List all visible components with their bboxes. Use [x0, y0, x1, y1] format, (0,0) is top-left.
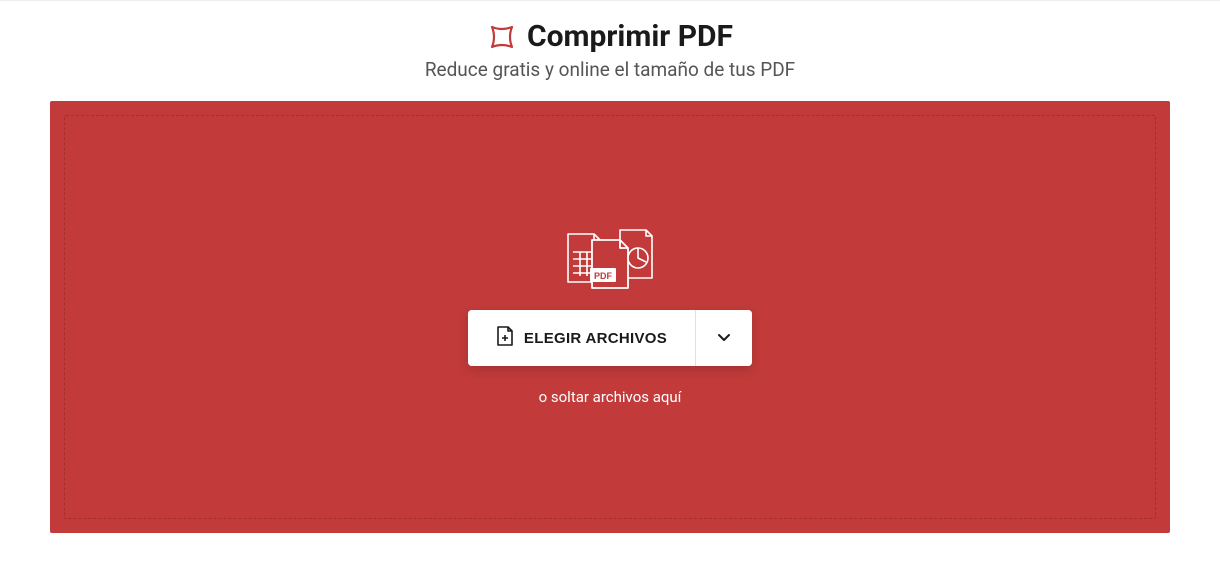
page-title: Comprimir PDF — [527, 19, 733, 54]
file-add-icon — [496, 326, 514, 350]
upload-source-dropdown-button[interactable] — [696, 310, 752, 366]
choose-files-button[interactable]: ELEGIR ARCHIVOS — [468, 310, 695, 366]
dropzone-container: PDF ELEGIR ARCHIVOS — [0, 93, 1220, 553]
chevron-down-icon — [716, 329, 732, 348]
title-row: Comprimir PDF — [0, 19, 1220, 54]
choose-files-label: ELEGIR ARCHIVOS — [524, 330, 667, 347]
pdf-badge-text: PDF — [594, 271, 613, 281]
logo-icon — [487, 22, 517, 52]
file-dropzone[interactable]: PDF ELEGIR ARCHIVOS — [50, 101, 1170, 533]
files-illustration-icon: PDF — [560, 228, 660, 294]
drop-hint-text: o soltar archivos aquí — [539, 388, 682, 406]
page-header: Comprimir PDF Reduce gratis y online el … — [0, 1, 1220, 93]
page-subtitle: Reduce gratis y online el tamaño de tus … — [0, 58, 1220, 81]
upload-button-group: ELEGIR ARCHIVOS — [468, 310, 752, 366]
dropzone-inner: PDF ELEGIR ARCHIVOS — [64, 115, 1156, 519]
